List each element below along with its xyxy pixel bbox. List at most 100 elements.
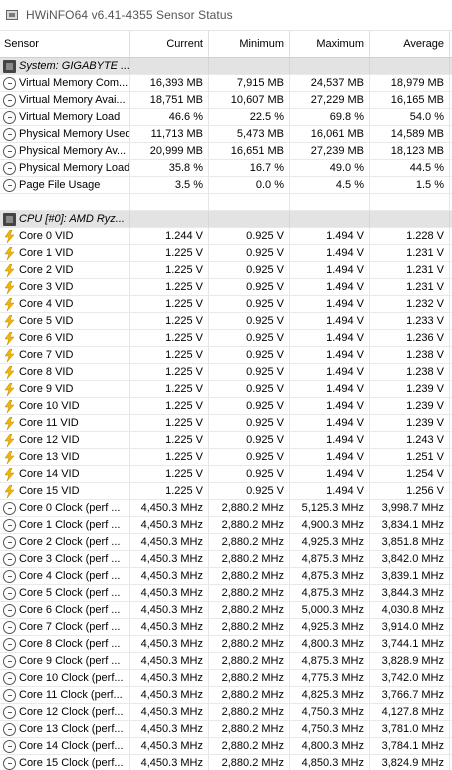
bolt-icon	[3, 297, 16, 311]
sensor-label: Core 14 VID	[19, 468, 80, 480]
title-bar[interactable]: HWiNFO64 v6.41-4355 Sensor Status	[0, 0, 452, 30]
sensor-row[interactable]: Core 10 VID 1.225 V 0.925 V 1.494 V 1.239 V	[0, 398, 452, 415]
max-value: 1.494 V	[290, 296, 370, 312]
max-value: 27,229 MB	[290, 92, 370, 108]
sensor-label: Core 2 Clock (perf ...	[19, 536, 121, 548]
sensor-row[interactable]: Core 14 Clock (perf... 4,450.3 MHz 2,880.2…	[0, 738, 452, 755]
column-header-average[interactable]: Average	[370, 31, 450, 57]
sensor-name-cell: Core 10 VID	[0, 398, 130, 414]
sensor-name-cell: Core 6 Clock (perf ...	[0, 602, 130, 618]
sensor-label: Core 11 VID	[19, 417, 79, 429]
column-header-current[interactable]: Current	[130, 31, 209, 57]
avg-value: 4,127.8 MHz	[370, 704, 450, 720]
avg-value: 1.251 V	[370, 449, 450, 465]
sensor-group-row[interactable]: System: GIGABYTE ...	[0, 58, 452, 75]
sensor-row[interactable]: Core 5 VID 1.225 V 0.925 V 1.494 V 1.233 V	[0, 313, 452, 330]
sensor-row[interactable]: Core 7 Clock (perf ... 4,450.3 MHz 2,880.2…	[0, 619, 452, 636]
column-header-sensor[interactable]: Sensor	[0, 31, 130, 57]
sensor-row[interactable]: Virtual Memory Com... 16,393 MB 7,915 MB 24…	[0, 75, 452, 92]
max-value: 49.0 %	[290, 160, 370, 176]
min-value: 2,880.2 MHz	[209, 517, 290, 533]
avg-value: 3,834.1 MHz	[370, 517, 450, 533]
sensor-row[interactable]: Core 5 Clock (perf ... 4,450.3 MHz 2,880.2…	[0, 585, 452, 602]
sensor-group-row[interactable]: CPU [#0]: AMD Ryz...	[0, 211, 452, 228]
empty-cell	[209, 211, 290, 227]
bolt-icon	[3, 229, 16, 243]
clock-icon	[3, 756, 16, 770]
max-value: 4,800.3 MHz	[290, 738, 370, 754]
sensor-row[interactable]: Core 11 VID 1.225 V 0.925 V 1.494 V 1.239 V	[0, 415, 452, 432]
column-header-maximum[interactable]: Maximum	[290, 31, 370, 57]
sensor-row[interactable]: Core 8 Clock (perf ... 4,450.3 MHz 2,880.2…	[0, 636, 452, 653]
sensor-row[interactable]: Physical Memory Av... 20,999 MB 16,651 MB 2…	[0, 143, 452, 160]
avg-value: 16,165 MB	[370, 92, 450, 108]
current-value: 4,450.3 MHz	[130, 738, 209, 754]
clock-icon	[3, 637, 16, 651]
min-value: 22.5 %	[209, 109, 290, 125]
min-value: 0.925 V	[209, 279, 290, 295]
sensor-row[interactable]: Core 1 Clock (perf ... 4,450.3 MHz 2,880.2…	[0, 517, 452, 534]
sensor-row[interactable]: Core 0 VID 1.244 V 0.925 V 1.494 V 1.228 V	[0, 228, 452, 245]
avg-value: 3,784.1 MHz	[370, 738, 450, 754]
current-value: 1.225 V	[130, 330, 209, 346]
current-value: 1.225 V	[130, 381, 209, 397]
sensor-row[interactable]: Core 3 VID 1.225 V 0.925 V 1.494 V 1.231 V	[0, 279, 452, 296]
sensor-name-cell: Core 7 VID	[0, 347, 130, 363]
sensor-row[interactable]: Virtual Memory Load 46.6 % 22.5 % 69.8 % 54.…	[0, 109, 452, 126]
sensor-label: Physical Memory Av...	[19, 145, 127, 157]
sensor-label: Core 10 Clock (perf...	[19, 672, 124, 684]
empty-cell	[370, 211, 450, 227]
sensor-row[interactable]: Core 7 VID 1.225 V 0.925 V 1.494 V 1.238 V	[0, 347, 452, 364]
sensor-row[interactable]: Core 14 VID 1.225 V 0.925 V 1.494 V 1.254 V	[0, 466, 452, 483]
sensor-name-cell: Core 5 VID	[0, 313, 130, 329]
empty-cell	[290, 211, 370, 227]
sensor-row[interactable]: Page File Usage 3.5 % 0.0 % 4.5 % 1.5 %	[0, 177, 452, 194]
sensor-label: Core 3 Clock (perf ...	[19, 553, 121, 565]
min-value: 2,880.2 MHz	[209, 653, 290, 669]
sensor-row[interactable]: Core 3 Clock (perf ... 4,450.3 MHz 2,880.2…	[0, 551, 452, 568]
sensor-name-cell: Core 0 Clock (perf ...	[0, 500, 130, 516]
clock-icon	[3, 705, 16, 719]
sensor-row[interactable]: Core 2 VID 1.225 V 0.925 V 1.494 V 1.231 V	[0, 262, 452, 279]
sensor-row[interactable]: Core 13 Clock (perf... 4,450.3 MHz 2,880.2…	[0, 721, 452, 738]
sensor-row[interactable]: Virtual Memory Avai... 18,751 MB 10,607 MB…	[0, 92, 452, 109]
sensor-row[interactable]: Physical Memory Used 11,713 MB 5,473 MB 16,…	[0, 126, 452, 143]
window-title: HWiNFO64 v6.41-4355 Sensor Status	[26, 8, 233, 22]
max-value: 4,800.3 MHz	[290, 636, 370, 652]
sensor-row[interactable]: Core 6 Clock (perf ... 4,450.3 MHz 2,880.2…	[0, 602, 452, 619]
sensor-row[interactable]: Core 15 VID 1.225 V 0.925 V 1.494 V 1.256 V	[0, 483, 452, 500]
sensor-row[interactable]: Core 4 Clock (perf ... 4,450.3 MHz 2,880.2…	[0, 568, 452, 585]
clock-icon	[3, 586, 16, 600]
sensor-row[interactable]: Core 9 Clock (perf ... 4,450.3 MHz 2,880.2…	[0, 653, 452, 670]
current-value: 1.225 V	[130, 449, 209, 465]
sensor-row[interactable]: Core 11 Clock (perf... 4,450.3 MHz 2,880.2…	[0, 687, 452, 704]
column-header-minimum[interactable]: Minimum	[209, 31, 290, 57]
avg-value: 1.239 V	[370, 398, 450, 414]
sensor-row[interactable]: Core 10 Clock (perf... 4,450.3 MHz 2,880.2…	[0, 670, 452, 687]
min-value: 0.925 V	[209, 415, 290, 431]
avg-value: 1.228 V	[370, 228, 450, 244]
sensor-name-cell: Core 15 VID	[0, 483, 130, 499]
current-value: 4,450.3 MHz	[130, 636, 209, 652]
sensor-row[interactable]: Core 2 Clock (perf ... 4,450.3 MHz 2,880.2…	[0, 534, 452, 551]
sensor-name-cell: Core 15 Clock (perf...	[0, 755, 130, 770]
max-value: 1.494 V	[290, 313, 370, 329]
sensor-label: Core 13 VID	[19, 451, 80, 463]
sensor-row[interactable]: Core 12 Clock (perf... 4,450.3 MHz 2,880.2…	[0, 704, 452, 721]
sensor-row[interactable]: Core 12 VID 1.225 V 0.925 V 1.494 V 1.243 V	[0, 432, 452, 449]
sensor-row[interactable]: Core 13 VID 1.225 V 0.925 V 1.494 V 1.251 V	[0, 449, 452, 466]
current-value: 1.225 V	[130, 262, 209, 278]
sensor-row[interactable]: Physical Memory Load 35.8 % 16.7 % 49.0 % 44…	[0, 160, 452, 177]
sensor-row[interactable]: Core 15 Clock (perf... 4,450.3 MHz 2,880.2…	[0, 755, 452, 770]
sensor-row[interactable]: Core 8 VID 1.225 V 0.925 V 1.494 V 1.238 V	[0, 364, 452, 381]
sensor-row[interactable]: Core 0 Clock (perf ... 4,450.3 MHz 2,880.2…	[0, 500, 452, 517]
sensor-row[interactable]: Core 1 VID 1.225 V 0.925 V 1.494 V 1.231 V	[0, 245, 452, 262]
current-value: 4,450.3 MHz	[130, 534, 209, 550]
sensor-row[interactable]: Core 4 VID 1.225 V 0.925 V 1.494 V 1.232 V	[0, 296, 452, 313]
sensor-label: Core 0 VID	[19, 230, 74, 242]
avg-value: 3,828.9 MHz	[370, 653, 450, 669]
avg-value: 1.236 V	[370, 330, 450, 346]
sensor-name-cell: Core 5 Clock (perf ...	[0, 585, 130, 601]
sensor-row[interactable]: Core 6 VID 1.225 V 0.925 V 1.494 V 1.236 V	[0, 330, 452, 347]
sensor-row[interactable]: Core 9 VID 1.225 V 0.925 V 1.494 V 1.239 V	[0, 381, 452, 398]
